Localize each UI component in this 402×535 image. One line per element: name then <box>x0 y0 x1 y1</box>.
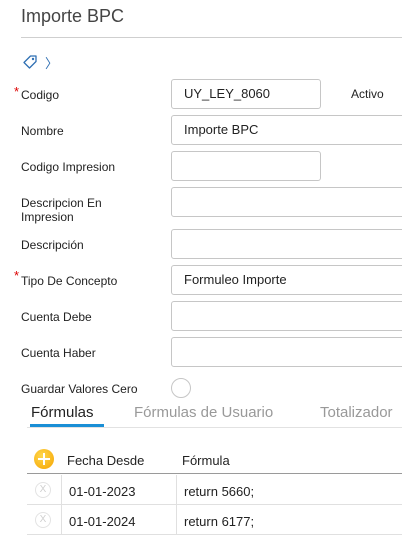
tipo-concepto-label: Tipo De Concepto <box>21 274 118 288</box>
nombre-label: Nombre <box>21 124 64 138</box>
cell-divider <box>61 475 62 505</box>
codigo-impresion-field[interactable] <box>171 151 321 181</box>
descripcion-impresion-field[interactable] <box>171 187 402 217</box>
cuenta-haber-field[interactable] <box>171 337 402 367</box>
guardar-valores-cero-toggle[interactable] <box>171 378 191 398</box>
cell-fecha-desde[interactable]: 01-01-2024 <box>69 514 136 529</box>
delete-icon[interactable]: X <box>35 512 51 528</box>
nombre-field[interactable]: Importe BPC <box>171 115 402 145</box>
table-row[interactable]: X 01-01-2023 return 5660; <box>27 475 402 505</box>
guardar-valores-cero-label: Guardar Valores Cero <box>21 382 138 396</box>
tab-totalizador[interactable]: Totalizador <box>320 404 393 421</box>
cell-divider <box>61 505 62 535</box>
table-row[interactable]: X 01-01-2024 return 6177; <box>27 505 402 535</box>
descripcion-label: Descripción <box>21 238 84 252</box>
breadcrumb-separator: 〉 <box>45 56 59 71</box>
activo-label: Activo <box>351 87 384 101</box>
codigo-impresion-label: Codigo Impresion <box>21 160 116 174</box>
tab-formulas-de-usuario[interactable]: Fórmulas de Usuario <box>134 404 273 421</box>
title-divider <box>21 37 402 38</box>
cuenta-debe-field[interactable] <box>171 301 402 331</box>
cell-formula[interactable]: return 6177; <box>184 514 254 529</box>
cell-fecha-desde[interactable]: 01-01-2023 <box>69 484 136 499</box>
codigo-field[interactable]: UY_LEY_8060 <box>171 79 321 109</box>
tipo-concepto-field[interactable]: Formuleo Importe <box>171 265 402 295</box>
codigo-label: Codigo <box>21 88 60 102</box>
descripcion-impresion-label-line1: Descripcion En <box>21 196 102 210</box>
column-header-formula: Fórmula <box>182 453 230 468</box>
tab-divider <box>27 427 402 428</box>
cell-divider <box>176 505 177 535</box>
page-title: Importe BPC <box>21 6 125 26</box>
tab-formulas[interactable]: Fórmulas <box>31 404 94 421</box>
cuenta-haber-label: Cuenta Haber <box>21 346 96 360</box>
delete-icon[interactable]: X <box>35 482 51 498</box>
tag-icon[interactable] <box>22 54 38 70</box>
required-marker: * <box>14 84 20 99</box>
column-header-fecha-desde: Fecha Desde <box>67 453 145 468</box>
cuenta-debe-label: Cuenta Debe <box>21 310 92 324</box>
required-marker: * <box>14 268 20 283</box>
descripcion-impresion-label-line2: Impresion <box>21 210 74 224</box>
descripcion-field[interactable] <box>171 229 402 259</box>
cell-divider <box>176 475 177 505</box>
grid-header: Fecha Desde Fórmula <box>27 444 402 474</box>
cell-formula[interactable]: return 5660; <box>184 484 254 499</box>
add-circle-icon[interactable] <box>34 449 54 469</box>
